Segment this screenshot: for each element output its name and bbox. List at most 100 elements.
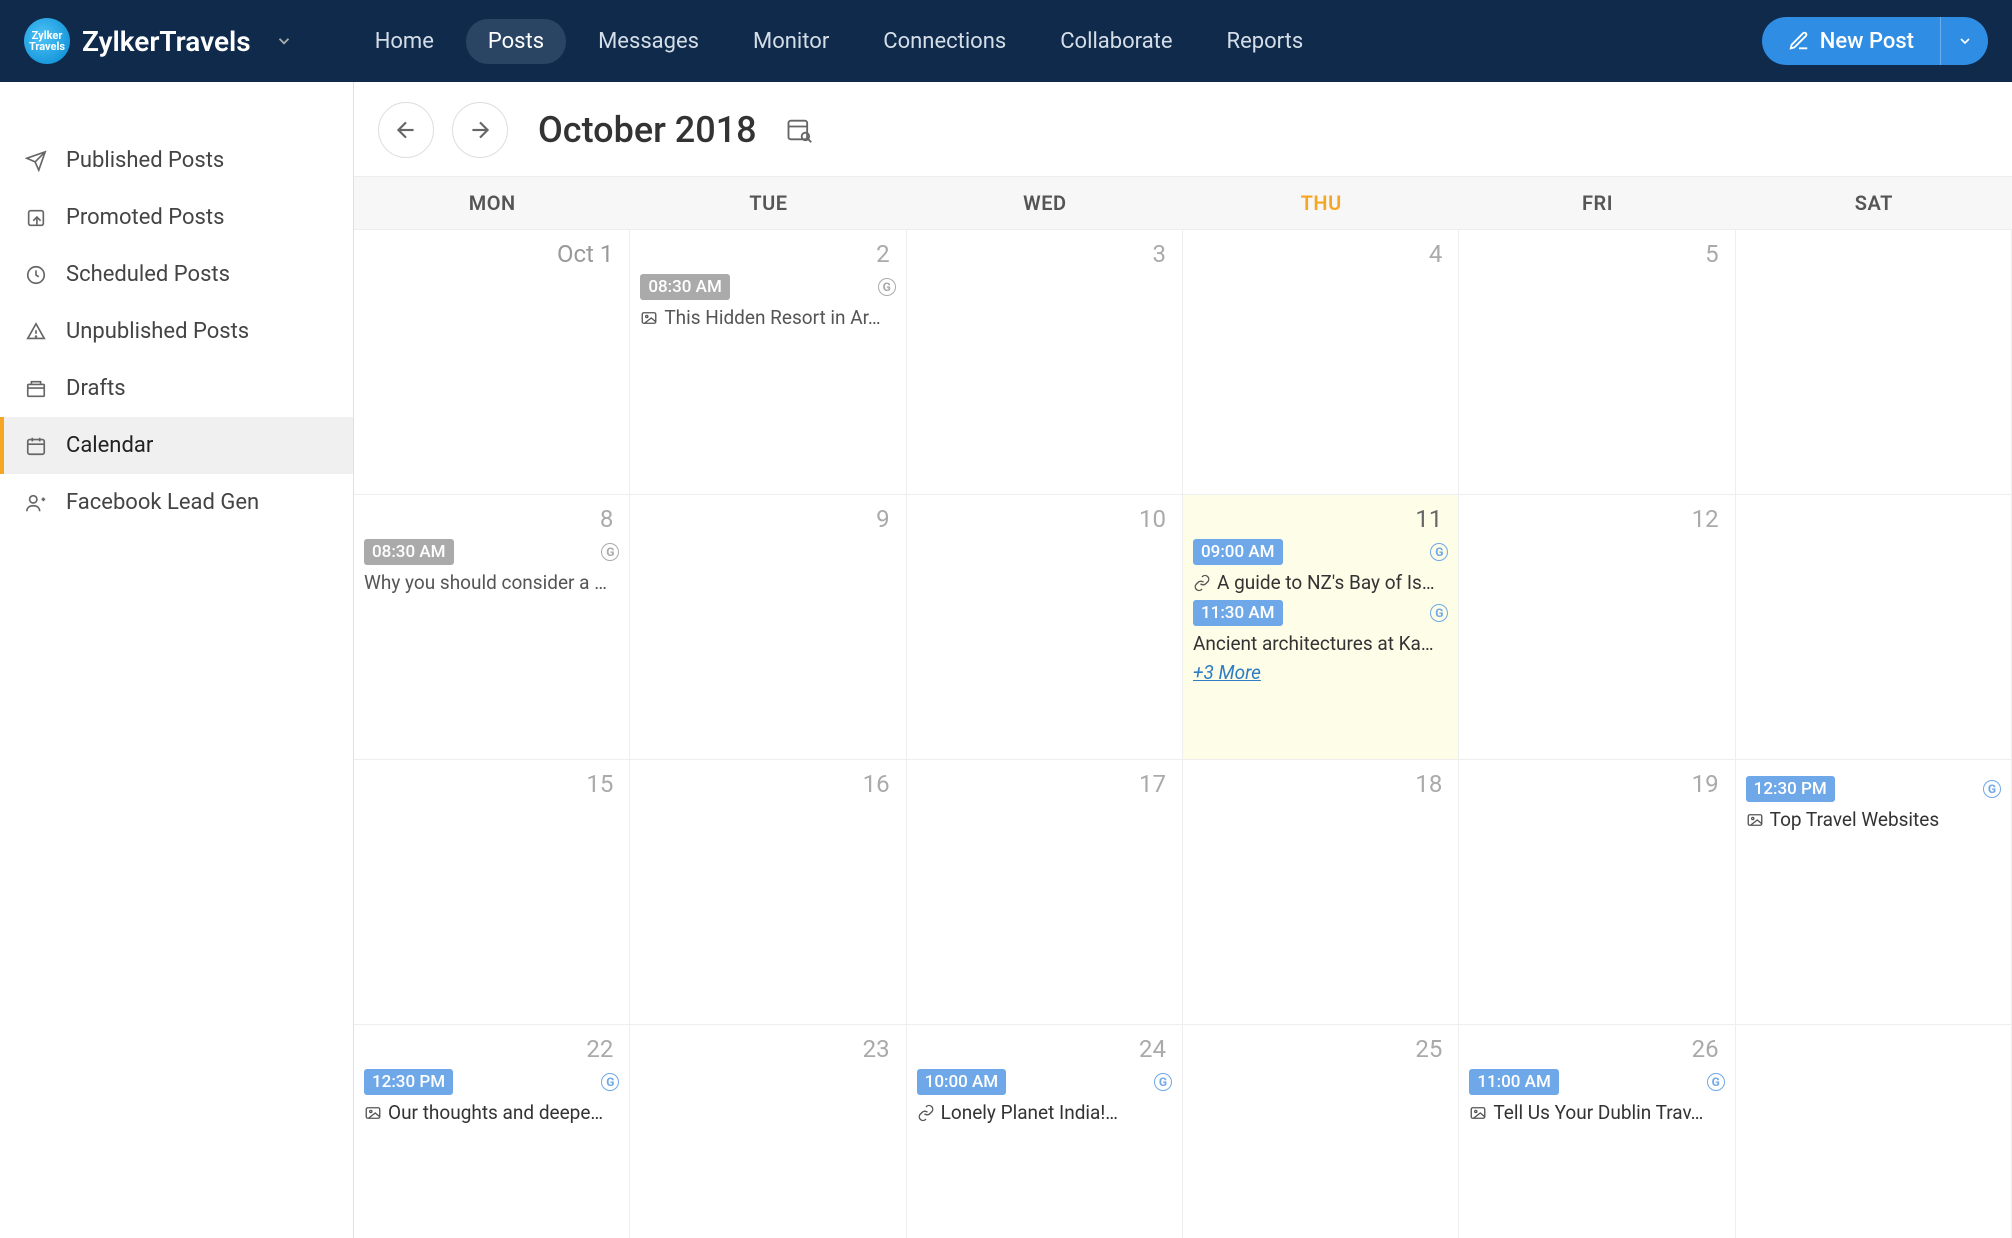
top-nav: ZylkerTravels ZylkerTravels HomePostsMes… xyxy=(0,0,2012,82)
calendar-cell[interactable]: 16 xyxy=(630,760,906,1025)
network-icon: G xyxy=(1154,1073,1172,1091)
next-button[interactable] xyxy=(452,102,508,158)
network-icon: G xyxy=(601,543,619,561)
sidebar-item-published-posts[interactable]: Published Posts xyxy=(0,132,353,189)
sidebar-item-calendar[interactable]: Calendar xyxy=(0,417,353,474)
calendar-cell[interactable]: 12:30 PMGTop Travel Websites xyxy=(1736,760,2012,1025)
calendar-title: October 2018 xyxy=(538,109,757,151)
calendar-cell[interactable]: 208:30 AMGThis Hidden Resort in Ar… xyxy=(630,230,906,495)
nav-home[interactable]: Home xyxy=(353,19,456,64)
more-events-link[interactable]: +3 More xyxy=(1193,661,1448,684)
sidebar-item-promoted-posts[interactable]: Promoted Posts xyxy=(0,189,353,246)
network-icon: G xyxy=(1707,1073,1725,1091)
calendar-event[interactable]: 10:00 AMGLonely Planet India!… xyxy=(917,1069,1172,1124)
calendar-cell[interactable]: Oct 1 xyxy=(354,230,630,495)
network-icon: G xyxy=(1983,780,2001,798)
calendar-event[interactable]: 09:00 AMGA guide to NZ's Bay of Is… xyxy=(1193,539,1448,594)
calendar-cell[interactable]: 9 xyxy=(630,495,906,760)
calendar-event[interactable]: 12:30 PMGTop Travel Websites xyxy=(1746,776,2001,831)
sidebar-item-label: Published Posts xyxy=(66,148,224,173)
day-number: 17 xyxy=(917,768,1172,804)
day-number xyxy=(1746,238,2001,246)
day-number: 5 xyxy=(1469,238,1724,274)
sidebar-item-scheduled-posts[interactable]: Scheduled Posts xyxy=(0,246,353,303)
sidebar-item-drafts[interactable]: Drafts xyxy=(0,360,353,417)
sidebar-item-facebook-lead-gen[interactable]: Facebook Lead Gen xyxy=(0,474,353,531)
weekday-wed: WED xyxy=(907,177,1183,229)
sidebar-item-label: Calendar xyxy=(66,433,153,458)
calendar-cell[interactable]: 2611:00 AMGTell Us Your Dublin Trav… xyxy=(1459,1025,1735,1238)
nav-posts[interactable]: Posts xyxy=(466,19,566,64)
nav-messages[interactable]: Messages xyxy=(576,19,721,64)
event-time: 08:30 AM xyxy=(640,274,730,300)
sidebar-icon xyxy=(24,377,48,401)
calendar-cell[interactable]: 10 xyxy=(907,495,1183,760)
brand[interactable]: ZylkerTravels ZylkerTravels xyxy=(24,18,293,64)
sidebar-item-unpublished-posts[interactable]: Unpublished Posts xyxy=(0,303,353,360)
calendar-cell[interactable]: 2212:30 PMGOur thoughts and deepe… xyxy=(354,1025,630,1238)
calendar-cell[interactable]: 25 xyxy=(1183,1025,1459,1238)
chevron-down-icon[interactable] xyxy=(275,32,293,50)
calendar-cell[interactable]: 1109:00 AMGA guide to NZ's Bay of Is… 11:… xyxy=(1183,495,1459,760)
calendar-header: October 2018 xyxy=(354,82,2012,176)
calendar-cell[interactable]: 4 xyxy=(1183,230,1459,495)
prev-button[interactable] xyxy=(378,102,434,158)
pencil-icon xyxy=(1788,30,1810,52)
sidebar-icon xyxy=(24,263,48,287)
calendar-cell[interactable]: 2410:00 AMGLonely Planet India!… xyxy=(907,1025,1183,1238)
event-time: 08:30 AM xyxy=(364,539,454,565)
calendar-cell[interactable]: 3 xyxy=(907,230,1183,495)
new-post-label: New Post xyxy=(1820,29,1914,54)
link-icon xyxy=(917,1104,935,1122)
new-post-button[interactable]: New Post xyxy=(1762,17,1940,65)
day-number: 24 xyxy=(917,1033,1172,1069)
calendar-cell[interactable] xyxy=(1736,230,2012,495)
day-number: 22 xyxy=(364,1033,619,1069)
sidebar-item-label: Scheduled Posts xyxy=(66,262,230,287)
nav-reports[interactable]: Reports xyxy=(1205,19,1326,64)
calendar-event[interactable]: 12:30 PMGOur thoughts and deepe… xyxy=(364,1069,619,1124)
link-icon xyxy=(1193,574,1211,592)
calendar-event[interactable]: 08:30 AMGWhy you should consider a … xyxy=(364,539,619,594)
calendar-event[interactable]: 11:30 AMGAncient architectures at Ka… xyxy=(1193,600,1448,655)
calendar-cell[interactable]: 5 xyxy=(1459,230,1735,495)
image-icon xyxy=(1469,1104,1487,1122)
nav-monitor[interactable]: Monitor xyxy=(731,19,851,64)
day-number: 19 xyxy=(1469,768,1724,804)
calendar-cell[interactable]: 19 xyxy=(1459,760,1735,1025)
calendar-cell[interactable]: 17 xyxy=(907,760,1183,1025)
calendar-cell[interactable] xyxy=(1736,1025,2012,1238)
day-number xyxy=(1746,503,2001,511)
day-number: 2 xyxy=(640,238,895,274)
sidebar-icon xyxy=(24,434,48,458)
calendar-cell[interactable]: 12 xyxy=(1459,495,1735,760)
calendar-cell[interactable]: 15 xyxy=(354,760,630,1025)
calendar-cell[interactable]: 23 xyxy=(630,1025,906,1238)
network-icon: G xyxy=(601,1073,619,1091)
event-time: 11:30 AM xyxy=(1193,600,1283,626)
day-number xyxy=(1746,768,2001,776)
calendar-event[interactable]: 11:00 AMGTell Us Your Dublin Trav… xyxy=(1469,1069,1724,1124)
event-title: This Hidden Resort in Ar… xyxy=(640,306,895,329)
new-post-dropdown[interactable] xyxy=(1940,17,1988,65)
day-number: 3 xyxy=(917,238,1172,274)
event-title: Tell Us Your Dublin Trav… xyxy=(1469,1101,1724,1124)
nav-collaborate[interactable]: Collaborate xyxy=(1038,19,1194,64)
calendar-event[interactable]: 08:30 AMGThis Hidden Resort in Ar… xyxy=(640,274,895,329)
content: October 2018 MONTUEWEDTHUFRISAT Oct 1208… xyxy=(354,82,2012,1238)
calendar-search-icon[interactable] xyxy=(785,116,813,144)
sidebar-item-label: Unpublished Posts xyxy=(66,319,249,344)
day-number: 8 xyxy=(364,503,619,539)
event-title: Ancient architectures at Ka… xyxy=(1193,632,1448,655)
nav-connections[interactable]: Connections xyxy=(861,19,1028,64)
day-number: 25 xyxy=(1193,1033,1448,1069)
calendar-cell[interactable] xyxy=(1736,495,2012,760)
calendar-cell[interactable]: 808:30 AMGWhy you should consider a … xyxy=(354,495,630,760)
calendar-cell[interactable]: 18 xyxy=(1183,760,1459,1025)
sidebar-icon xyxy=(24,491,48,515)
sidebar-icon xyxy=(24,206,48,230)
day-number xyxy=(1746,1033,2001,1041)
image-icon xyxy=(1746,811,1764,829)
day-number: Oct 1 xyxy=(364,238,619,274)
day-number: 11 xyxy=(1193,503,1448,539)
